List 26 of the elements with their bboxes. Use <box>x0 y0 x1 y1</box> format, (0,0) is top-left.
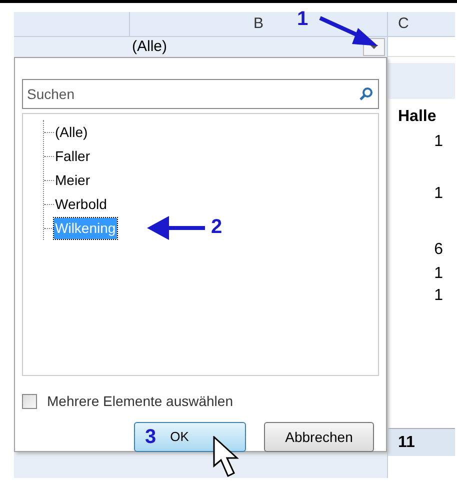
list-item[interactable]: Faller <box>54 146 92 166</box>
table-cell-text: 1 <box>434 286 443 306</box>
arrow-icon <box>147 214 205 242</box>
checkbox[interactable] <box>22 394 37 409</box>
annotation-number: 3 <box>145 425 156 450</box>
table-cell-text: 1 <box>434 264 443 284</box>
table-cell-text: 1 <box>434 132 443 152</box>
ok-button[interactable]: 3 OK <box>134 422 246 452</box>
annotation-number: 2 <box>211 215 222 240</box>
annotation-number: 1 <box>297 7 308 32</box>
column-header[interactable]: C <box>388 12 455 37</box>
arrow-icon <box>318 14 380 48</box>
table-cell-text: 6 <box>434 240 443 260</box>
cell-background <box>388 63 455 99</box>
checkbox-label: Mehrere Elemente auswählen <box>47 392 233 411</box>
table-cell-text: 1 <box>434 184 443 204</box>
cancel-button[interactable]: Abbrechen <box>264 422 374 452</box>
list-item[interactable]: Meier <box>54 170 92 190</box>
search-icon <box>359 87 373 101</box>
list-item[interactable]: (Alle) <box>54 122 89 142</box>
column-header[interactable]: B <box>253 12 264 36</box>
search-field[interactable]: Suchen <box>22 79 379 109</box>
total-cell-text: 11 <box>398 432 415 452</box>
column-header-cell-text: Halle <box>398 107 436 127</box>
list-item[interactable]: Werbold <box>54 194 108 214</box>
filter-cell-value: (Alle) <box>132 36 168 57</box>
